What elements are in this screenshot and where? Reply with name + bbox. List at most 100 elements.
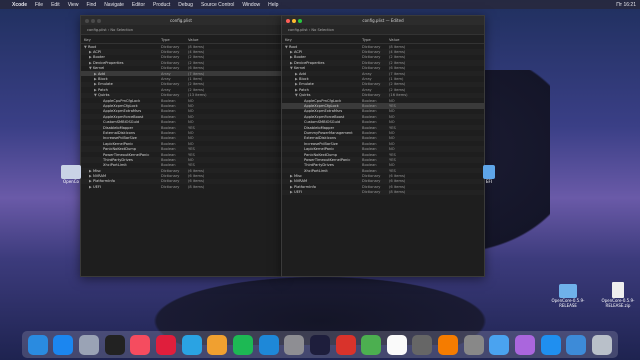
row-value[interactable]: NO (389, 99, 484, 103)
preferences-icon[interactable] (463, 334, 484, 355)
row-value[interactable]: NO (188, 99, 281, 103)
value-header[interactable]: Value (188, 37, 281, 42)
plist-row[interactable]: ▶Emulate Dictionary (2 items) (81, 81, 281, 88)
row-type[interactable]: Dictionary (161, 179, 188, 183)
row-value[interactable]: (6 items) (188, 174, 281, 178)
acrobat-icon[interactable] (335, 334, 356, 355)
row-type[interactable]: Boolean (161, 109, 188, 113)
plist-row[interactable]: ▶UEFI Dictionary (8 items) (81, 184, 281, 189)
plist-row[interactable]: DummyPowerManagement Boolean NO (282, 130, 484, 135)
jump-bar[interactable]: config.plist › No Selection (81, 25, 281, 35)
plist-row[interactable]: AppleXcpmCfgLock Boolean YES (282, 103, 484, 109)
row-type[interactable]: Boolean (362, 147, 389, 151)
maps-icon[interactable] (361, 334, 382, 355)
row-value[interactable]: (6 items) (188, 66, 281, 70)
row-value[interactable]: (7 items) (389, 72, 484, 76)
plist-row[interactable]: ▶Add Array (7 items) (81, 70, 281, 77)
finalcut-icon[interactable] (412, 334, 433, 355)
row-type[interactable]: Boolean (362, 99, 389, 103)
plist-row[interactable]: CustomSMBIOSGuid Boolean NO (282, 119, 484, 124)
row-value[interactable]: (8 items) (188, 185, 281, 189)
row-type[interactable]: Dictionary (161, 55, 188, 59)
plist-row[interactable]: ▼Kernel Dictionary (6 items) (81, 66, 281, 71)
row-value[interactable]: NO (188, 142, 281, 146)
plist-row[interactable]: AppleXcpmForceBoost Boolean NO (282, 114, 484, 120)
row-type[interactable]: Array (161, 72, 188, 76)
row-type[interactable]: Dictionary (362, 185, 389, 189)
plist-row[interactable]: ▼Quirks Dictionary (16 items) (282, 92, 484, 98)
row-type[interactable]: Dictionary (362, 93, 389, 97)
plist-row[interactable]: IncreasePciBarSize Boolean NO (282, 141, 484, 146)
spotify-icon[interactable] (232, 334, 253, 355)
row-type[interactable]: Boolean (161, 147, 188, 151)
music-icon[interactable] (130, 334, 151, 355)
row-value[interactable]: YES (188, 153, 281, 157)
row-value[interactable]: NO (188, 104, 281, 108)
plist-row[interactable]: CustomSMBIOSGuid Boolean NO (81, 119, 281, 124)
row-type[interactable]: Boolean (161, 131, 188, 135)
plist-row[interactable]: PowerTimeoutKernelPanic Boolean YES (282, 157, 484, 163)
row-value[interactable]: NO (188, 109, 281, 113)
plist-row[interactable]: ThirdPartyDrives Boolean NO (81, 157, 281, 163)
plist-row[interactable]: ▶Misc Dictionary (6 items) (282, 173, 484, 178)
row-value[interactable]: NO (389, 109, 484, 113)
key-header[interactable]: Key (282, 37, 362, 42)
menu-window[interactable]: Window (238, 2, 264, 8)
row-value[interactable]: (7 items) (188, 72, 281, 76)
row-value[interactable]: (8 items) (188, 45, 281, 49)
row-type[interactable]: Boolean (161, 99, 188, 103)
opera-icon[interactable] (156, 334, 177, 355)
row-type[interactable]: Boolean (362, 158, 389, 162)
row-type[interactable]: Boolean (161, 163, 188, 167)
row-value[interactable]: YES (389, 153, 484, 157)
desktop-zip-opencore[interactable]: OpenCore-0.5.9-RELEASE.zip (598, 282, 638, 308)
row-value[interactable]: NO (389, 131, 484, 135)
row-value[interactable]: NO (188, 120, 281, 124)
menu-product[interactable]: Product (149, 2, 174, 8)
plist-row[interactable]: ▶ACPI Dictionary (4 items) (282, 49, 484, 55)
plist-row[interactable]: DisableIoMapper Boolean YES (282, 124, 484, 131)
plist-row[interactable]: AppleXcpmForceBoost Boolean NO (81, 114, 281, 120)
plist-row[interactable]: AppleXcpmExtraMsrs Boolean NO (81, 109, 281, 114)
row-value[interactable]: (1 item) (188, 77, 281, 81)
plist-row[interactable]: ▶NVRAM Dictionary (6 items) (81, 173, 281, 178)
plist-row[interactable]: ▶UEFI Dictionary (8 items) (282, 189, 484, 195)
row-value[interactable]: NO (389, 142, 484, 146)
row-type[interactable]: Boolean (362, 136, 389, 140)
row-type[interactable]: Array (161, 88, 188, 92)
row-type[interactable]: Dictionary (161, 45, 188, 49)
plist-row[interactable]: AppleXcpmExtraMsrs Boolean NO (282, 109, 484, 114)
row-value[interactable]: (1 item) (389, 77, 484, 81)
plist-row[interactable]: IncreasePciBarSize Boolean NO (81, 135, 281, 142)
menu-find[interactable]: Find (82, 2, 100, 8)
row-type[interactable]: Boolean (161, 126, 188, 130)
row-type[interactable]: Boolean (362, 153, 389, 157)
row-value[interactable]: (13 items) (188, 93, 281, 97)
row-type[interactable]: Dictionary (362, 61, 389, 65)
plist-row[interactable]: ▶Block Array (1 item) (282, 76, 484, 81)
row-type[interactable]: Dictionary (161, 82, 188, 86)
row-type[interactable]: Boolean (362, 163, 389, 167)
row-type[interactable]: Boolean (362, 142, 389, 146)
row-value[interactable]: YES (188, 147, 281, 151)
trash-icon[interactable] (591, 334, 612, 355)
row-type[interactable]: Array (362, 88, 389, 92)
row-type[interactable]: Boolean (161, 104, 188, 108)
terminal-icon[interactable] (104, 334, 125, 355)
row-value[interactable]: (2 items) (389, 88, 484, 92)
menu-help[interactable]: Help (264, 2, 282, 8)
row-type[interactable]: Array (161, 77, 188, 81)
edge-icon[interactable] (258, 334, 279, 355)
plist-row[interactable]: ▶Booter Dictionary (2 items) (282, 55, 484, 60)
plist-row[interactable]: PanicNoKextDump Boolean YES (81, 146, 281, 152)
row-type[interactable]: Dictionary (161, 93, 188, 97)
plist-row[interactable]: ExternalDiskIcons Boolean NO (81, 130, 281, 135)
row-value[interactable]: YES (389, 126, 484, 130)
row-value[interactable]: (6 items) (389, 185, 484, 189)
row-value[interactable]: NO (389, 120, 484, 124)
type-header[interactable]: Type (362, 37, 389, 42)
menu-source-control[interactable]: Source Control (197, 2, 238, 8)
row-type[interactable]: Dictionary (362, 50, 389, 54)
plist-row[interactable]: XhciPortLimit Boolean YES (282, 167, 484, 174)
vlc-icon[interactable] (438, 334, 459, 355)
